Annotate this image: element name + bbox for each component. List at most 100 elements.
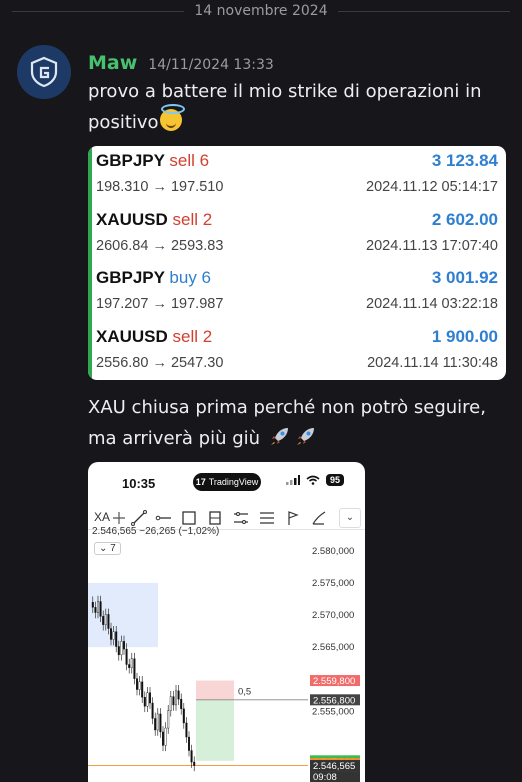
trade-row: XAUUSD sell 2 1 900.00 2556.80 → 2547.30… <box>88 321 506 380</box>
rectangle-icon[interactable] <box>180 509 198 527</box>
trade-side: sell 2 <box>172 209 213 229</box>
candle-body <box>117 646 120 656</box>
trade-row: XAUUSD sell 2 2 602.00 2606.84 → 2593.83… <box>88 204 506 263</box>
candle-body <box>177 690 180 700</box>
trade-profit: 3 001.92 <box>431 268 498 287</box>
battery-indicator: 95 <box>326 474 345 486</box>
candle-body <box>115 631 118 647</box>
candle-body <box>172 696 175 706</box>
symbol-label[interactable]: XA <box>94 510 110 524</box>
cursor-cross-icon[interactable] <box>110 509 128 527</box>
candle-body <box>133 658 136 679</box>
candle-body <box>164 727 167 746</box>
candle-body <box>154 718 157 731</box>
tradingview-logo-icon: 17 <box>195 477 206 487</box>
y-tick-label: 2.570,000 <box>312 610 354 621</box>
fib-retracement-icon[interactable] <box>258 509 276 527</box>
candle-body <box>149 692 152 704</box>
candle-body <box>91 602 94 608</box>
candle-body <box>107 614 110 629</box>
candle-body <box>161 731 164 746</box>
y-tick-label: 2.575,000 <box>312 578 354 589</box>
divider-line-right <box>338 11 510 12</box>
rocket-icon <box>296 428 314 445</box>
price-chart[interactable]: 0,5 2.580,000 2.575,000 2.570,000 2.565,000 2… <box>88 538 365 782</box>
candle-body <box>102 616 105 625</box>
candle-body <box>143 697 146 707</box>
candle-body <box>125 648 128 665</box>
message-timestamp: 14/11/2024 13:33 <box>148 57 274 73</box>
candle-body <box>174 690 177 706</box>
status-icons: 95 <box>286 474 345 486</box>
signal-icon <box>286 475 300 485</box>
message-text-2: XAU chiusa prima perché non potrò seguir… <box>88 392 518 454</box>
candle-body <box>159 713 162 733</box>
trade-symbol: GBPJPY sell 6 <box>96 151 210 170</box>
horizontal-ray-icon[interactable] <box>154 509 172 527</box>
user-avatar[interactable] <box>17 45 71 99</box>
parallel-channel-icon[interactable] <box>232 509 250 527</box>
trade-prices: 2606.84 → 2593.83 <box>96 237 224 254</box>
candle-body <box>104 614 107 625</box>
candle-body <box>169 696 172 711</box>
trade-profit: 1 900.00 <box>431 326 498 346</box>
stop-zone <box>196 680 234 700</box>
shield-logo-icon <box>30 56 58 88</box>
long-position-icon[interactable] <box>206 509 224 527</box>
date-divider: 14 novembre 2024 <box>0 0 522 22</box>
candle-body <box>151 702 154 719</box>
candle-body <box>187 736 190 751</box>
price-tag-label: 2.546,565 <box>313 761 355 772</box>
username[interactable]: Maw <box>88 52 137 74</box>
y-tick-label: 2.565,000 <box>312 642 354 653</box>
price-tag-label: 2.559,800 <box>313 676 355 687</box>
candle-body <box>180 698 183 710</box>
candle-body <box>110 628 113 640</box>
smiling-face-with-halo-icon <box>159 104 185 131</box>
brush-icon[interactable] <box>310 509 328 527</box>
candle-body <box>156 713 159 731</box>
indicator-count: 7 <box>110 543 116 554</box>
flag-marker-icon[interactable] <box>284 509 302 527</box>
trendline-icon[interactable] <box>130 509 148 527</box>
candle-body <box>128 664 131 668</box>
message-text-1: provo a battere il mio strike di operazi… <box>88 76 508 138</box>
message-text-1-content: provo a battere il mio strike di operazi… <box>88 81 482 133</box>
trade-profit: 3 123.84 <box>431 151 498 170</box>
trade-history-card[interactable]: GBPJPY sell 6 3 123.84 198.310 → 197.510… <box>88 146 506 380</box>
candle-body <box>130 658 133 668</box>
quote-line: 2.546,565 −26,265 (−1,02%) <box>92 526 220 537</box>
y-tick-label: 2.580,000 <box>312 546 354 557</box>
candle-body <box>123 641 126 650</box>
y-tick-label: 2.555,000 <box>312 706 354 717</box>
toolbar-dropdown[interactable]: ⌄ <box>339 508 361 528</box>
trade-datetime: 2024.11.14 11:30:48 <box>367 354 498 371</box>
candle-body <box>96 601 99 613</box>
wifi-icon <box>306 475 320 485</box>
trade-side: sell 2 <box>172 326 213 346</box>
candle-body <box>94 607 97 613</box>
status-bar-time: 10:35 <box>122 476 156 491</box>
phone-screenshot-attachment[interactable]: 10:35 17 TradingView 95 XA ⌄ 2.546,565 −… <box>88 462 365 782</box>
tradingview-label: TradingView <box>208 477 259 487</box>
trade-symbol: XAUUSD sell 2 <box>96 326 213 346</box>
target-zone <box>196 699 234 761</box>
candle-body <box>136 678 139 690</box>
tradingview-badge: 17 TradingView <box>193 473 261 491</box>
trade-prices: 197.207 → 197.987 <box>96 296 224 312</box>
rocket-icon <box>270 428 288 445</box>
fib-level-label: 0,5 <box>238 687 251 698</box>
trade-side: buy 6 <box>169 268 211 287</box>
trade-datetime: 2024.11.14 03:22:18 <box>366 296 498 312</box>
trade-prices: 2556.80 → 2547.30 <box>96 354 224 371</box>
indicator-toggle[interactable]: ⌄ 7 <box>94 542 121 555</box>
candle-body <box>120 641 123 656</box>
candle-body <box>167 710 170 729</box>
candle-body <box>185 722 188 738</box>
price-tag-label: 2.556,800 <box>313 695 355 706</box>
date-divider-label: 14 novembre 2024 <box>194 3 328 19</box>
candle-body <box>190 750 193 763</box>
trade-datetime: 2024.11.13 17:07:40 <box>366 237 498 254</box>
candle-body <box>193 761 196 766</box>
candle-body <box>146 692 149 707</box>
